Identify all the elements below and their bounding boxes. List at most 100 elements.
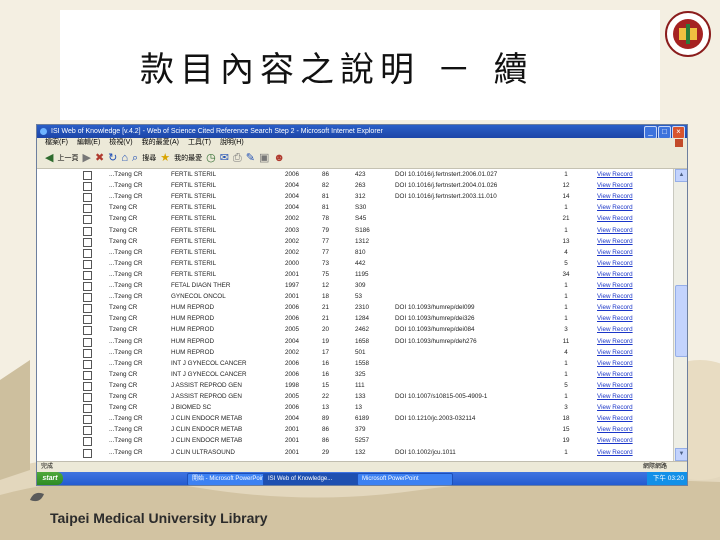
row-checkbox[interactable]	[83, 426, 92, 436]
mail-icon[interactable]: ✉	[220, 151, 229, 165]
menu-help[interactable]: 說明(H)	[220, 138, 244, 148]
view-record-link[interactable]: View Record	[597, 424, 657, 436]
view-record-link[interactable]: View Record	[597, 169, 657, 181]
row-checkbox[interactable]	[83, 293, 92, 303]
favorites-icon[interactable]: ★	[160, 151, 170, 165]
journal-cell: GYNECOL ONCOL	[171, 293, 226, 301]
window-titlebar[interactable]: ISI Web of Knowledge [v.4.2] - Web of Sc…	[37, 125, 687, 139]
page-cell: S30	[355, 204, 367, 212]
view-record-link[interactable]: View Record	[597, 347, 657, 359]
view-record-link[interactable]: View Record	[597, 435, 657, 447]
menu-tools[interactable]: 工具(T)	[188, 138, 211, 148]
row-checkbox[interactable]	[83, 370, 92, 380]
back-label[interactable]: 上一頁	[57, 153, 78, 163]
start-button[interactable]: start	[37, 472, 63, 485]
scroll-thumb[interactable]	[675, 285, 687, 357]
row-checkbox[interactable]	[83, 204, 92, 214]
row-checkbox[interactable]	[83, 226, 92, 236]
row-checkbox[interactable]	[83, 381, 92, 391]
edit-icon[interactable]: ✎	[246, 151, 255, 165]
view-record-link[interactable]: View Record	[597, 280, 657, 292]
view-record-link[interactable]: View Record	[597, 369, 657, 381]
row-checkbox[interactable]	[83, 337, 92, 347]
author-cell: ...Tzeng CR	[109, 248, 143, 256]
menu-view[interactable]: 檢視(V)	[109, 138, 132, 148]
times-cited-cell: 3	[564, 326, 568, 334]
search-icon[interactable]: ⌕	[132, 151, 138, 165]
row-checkbox[interactable]	[83, 270, 92, 280]
back-icon[interactable]: ◀	[45, 151, 53, 165]
row-checkbox[interactable]	[83, 304, 92, 314]
scroll-down-icon[interactable]: ▼	[675, 448, 687, 461]
row-checkbox[interactable]	[83, 282, 92, 291]
row-checkbox[interactable]	[83, 248, 92, 258]
doi-cell: DOI 10.1002/jcu.1011	[395, 448, 456, 456]
journal-cell: FERTIL STERIL	[171, 215, 217, 223]
search-label[interactable]: 搜尋	[142, 153, 156, 163]
row-checkbox[interactable]	[83, 326, 92, 336]
row-checkbox[interactable]	[83, 359, 92, 369]
journal-cell: FETAL DIAGN THER	[171, 282, 231, 289]
page-cell: 1284	[355, 315, 370, 323]
view-record-link[interactable]: View Record	[597, 391, 657, 403]
row-checkbox[interactable]	[83, 193, 92, 203]
row-checkbox[interactable]	[83, 404, 92, 414]
view-record-link[interactable]: View Record	[597, 358, 657, 370]
row-checkbox[interactable]	[83, 215, 92, 225]
volume-cell: 19	[322, 337, 330, 345]
stop-icon[interactable]: ✖	[95, 151, 104, 165]
view-record-link[interactable]: View Record	[597, 336, 657, 348]
refresh-icon[interactable]: ↻	[108, 151, 117, 165]
journal-cell: HUM REPROD	[171, 348, 215, 356]
taskbar-item[interactable]: ISI Web of Knowledge...	[263, 473, 359, 485]
row-checkbox[interactable]	[83, 415, 92, 425]
view-record-link[interactable]: View Record	[597, 202, 657, 214]
row-checkbox[interactable]	[83, 171, 92, 180]
view-record-link[interactable]: View Record	[597, 213, 657, 225]
home-icon[interactable]: ⌂	[121, 151, 128, 165]
view-record-link[interactable]: View Record	[597, 180, 657, 192]
menu-file[interactable]: 檔案(F)	[45, 138, 68, 148]
menu-favorites[interactable]: 我的最愛(A)	[142, 138, 179, 148]
view-record-link[interactable]: View Record	[597, 313, 657, 325]
messenger-icon[interactable]: ☻	[273, 151, 285, 165]
author-cell: ...Tzeng CR	[109, 448, 143, 456]
scroll-up-icon[interactable]: ▲	[675, 169, 687, 182]
row-checkbox[interactable]	[83, 437, 92, 447]
row-checkbox[interactable]	[83, 448, 92, 458]
row-checkbox[interactable]	[83, 348, 92, 358]
menu-edit[interactable]: 編輯(E)	[77, 138, 100, 148]
view-record-link[interactable]: View Record	[597, 258, 657, 270]
view-record-link[interactable]: View Record	[597, 191, 657, 203]
journal-cell: J CLIN ENDOCR METAB	[171, 437, 243, 445]
view-record-link[interactable]: View Record	[597, 269, 657, 281]
row-checkbox[interactable]	[83, 182, 92, 192]
volume-cell: 77	[322, 248, 330, 256]
view-record-link[interactable]: View Record	[597, 247, 657, 259]
view-record-link[interactable]: View Record	[597, 324, 657, 336]
favorites-label[interactable]: 我的最愛	[174, 153, 202, 163]
history-icon[interactable]: ◷	[206, 151, 216, 165]
view-record-link[interactable]: View Record	[597, 236, 657, 248]
vertical-scrollbar[interactable]: ▲ ▼	[673, 169, 687, 461]
view-record-link[interactable]: View Record	[597, 225, 657, 237]
times-cited-cell: 19	[562, 437, 570, 445]
author-cell: ...Tzeng CR	[109, 426, 143, 434]
row-checkbox[interactable]	[83, 393, 92, 402]
taskbar-item[interactable]: Microsoft PowerPoint	[357, 473, 453, 485]
times-cited-cell: 3	[564, 404, 568, 412]
view-record-link[interactable]: View Record	[597, 447, 657, 459]
view-record-link[interactable]: View Record	[597, 402, 657, 414]
row-checkbox[interactable]	[83, 259, 92, 269]
row-checkbox[interactable]	[83, 237, 92, 247]
discuss-icon[interactable]: ▣	[259, 151, 269, 165]
view-record-link[interactable]: View Record	[597, 291, 657, 303]
view-record-link[interactable]: View Record	[597, 413, 657, 425]
print-icon[interactable]: ⎙	[233, 151, 242, 165]
view-record-link[interactable]: View Record	[597, 380, 657, 392]
view-record-link[interactable]: View Record	[597, 302, 657, 314]
forward-icon[interactable]: ▶	[82, 151, 90, 165]
taskbar-item[interactable]: 開始 - Microsoft PowerPoint	[187, 473, 265, 485]
page-cell: 810	[355, 248, 366, 256]
row-checkbox[interactable]	[83, 315, 92, 325]
